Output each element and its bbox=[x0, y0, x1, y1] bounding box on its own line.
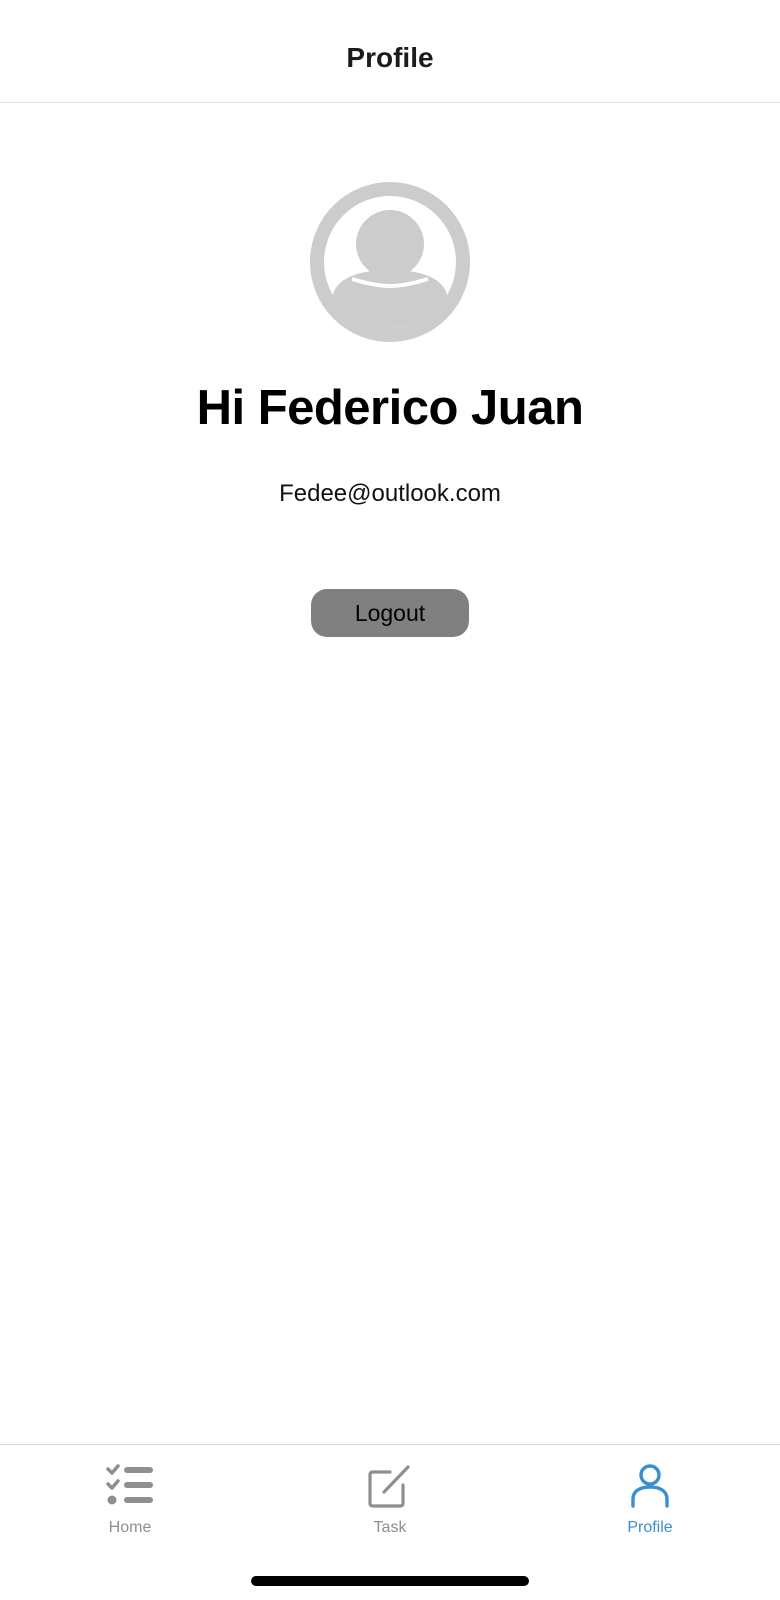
nav-header: Profile bbox=[0, 0, 780, 103]
tab-label-profile: Profile bbox=[627, 1519, 673, 1536]
tab-label-home: Home bbox=[108, 1519, 152, 1536]
checklist-icon bbox=[106, 1464, 153, 1505]
user-circle-icon bbox=[310, 182, 470, 342]
tab-label-task: Task bbox=[373, 1519, 407, 1536]
page-title: Profile bbox=[346, 42, 434, 73]
tab-profile[interactable]: Profile bbox=[560, 1445, 740, 1555]
greeting-heading: Hi Federico Juan bbox=[196, 381, 584, 435]
person-icon bbox=[631, 1464, 669, 1508]
logout-button[interactable]: Logout bbox=[311, 589, 469, 637]
tab-task[interactable]: Task bbox=[300, 1445, 480, 1555]
home-indicator bbox=[251, 1576, 529, 1586]
tab-home[interactable]: Home bbox=[40, 1445, 220, 1555]
user-email: Fedee@outlook.com bbox=[279, 480, 501, 507]
edit-square-icon bbox=[368, 1465, 410, 1508]
